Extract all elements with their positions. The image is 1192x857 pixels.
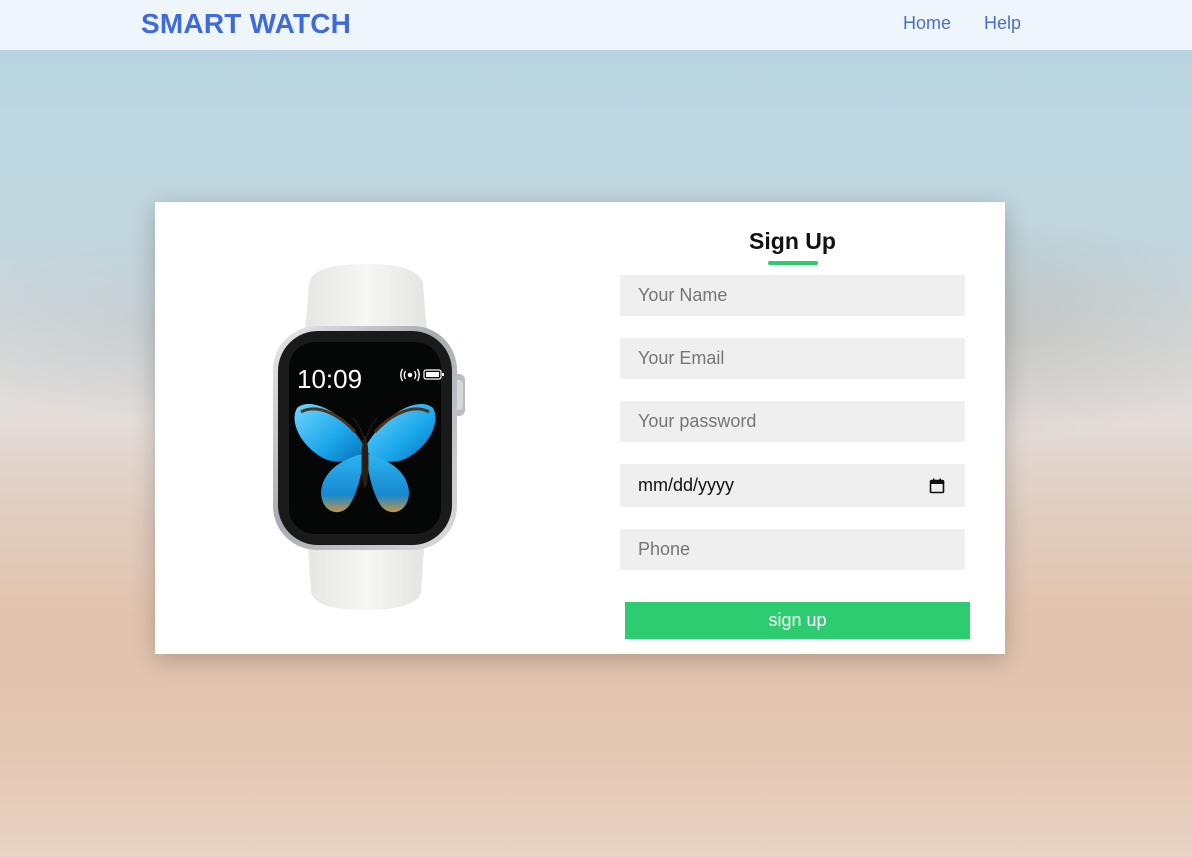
name-input[interactable] — [620, 275, 965, 316]
form-title: Sign Up — [749, 228, 836, 254]
smart-watch-image: 10:09 — [265, 262, 485, 612]
nav-link-help[interactable]: Help — [984, 13, 1021, 34]
signup-button[interactable]: sign up — [625, 602, 970, 639]
date-input[interactable]: mm/dd/yyyy — [620, 464, 965, 507]
watch-time: 10:09 — [297, 364, 362, 394]
phone-input[interactable] — [620, 529, 965, 570]
signup-card: 10:09 Sign Up Your Name Your Email mm/dd… — [155, 202, 1005, 654]
date-value: mm/dd/yyyy — [638, 475, 735, 495]
email-input[interactable] — [620, 338, 965, 379]
nav-link-home[interactable]: Home — [903, 13, 951, 34]
calendar-icon[interactable] — [929, 478, 945, 494]
brand-logo[interactable]: SMART WATCH — [141, 8, 351, 40]
password-input[interactable] — [620, 401, 965, 442]
title-underline — [768, 261, 818, 265]
navbar: SMART WATCH Home Help — [0, 0, 1192, 50]
